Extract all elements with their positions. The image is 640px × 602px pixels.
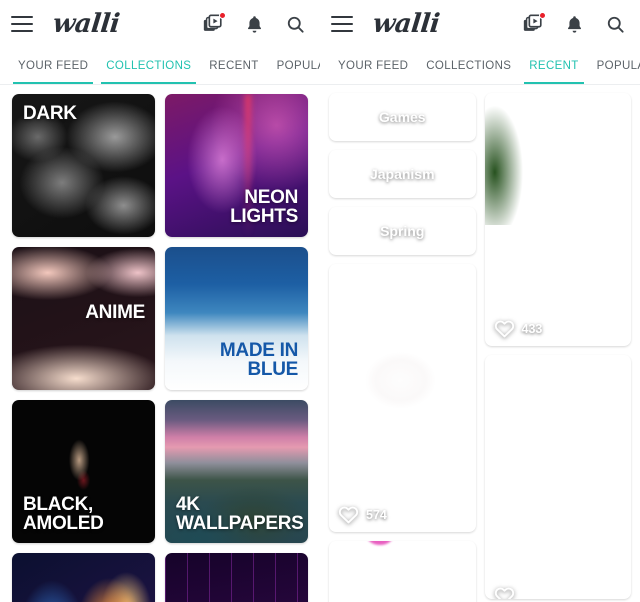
wallpaper-card[interactable]: 574 [329, 264, 476, 532]
recent-content[interactable]: Games Japanism Spring 574 433 [320, 85, 640, 602]
app-bar-collections: walli [0, 0, 320, 48]
wallpaper-card[interactable]: 433 [485, 93, 632, 346]
collection-artwork [165, 553, 308, 602]
masonry-column-right: 433 [485, 93, 632, 602]
tab-popular[interactable]: POPULAR [588, 48, 640, 84]
tab-collections[interactable]: COLLECTIONS [417, 48, 520, 84]
search-icon[interactable] [603, 12, 627, 36]
collection-card[interactable]: DARK [12, 94, 155, 237]
collection-title: DARK [23, 103, 77, 124]
hamburger-menu-icon[interactable] [331, 16, 353, 32]
collections-stack-icon[interactable] [201, 12, 226, 36]
heart-icon [494, 320, 514, 338]
app-bar-recent: walli [320, 0, 640, 48]
tab-recent[interactable]: RECENT [520, 48, 587, 84]
tab-popular[interactable]: POPULAR [268, 48, 320, 84]
hamburger-menu-icon[interactable] [11, 16, 33, 32]
like-count: 574 [366, 507, 387, 522]
banner-label: Spring [380, 223, 425, 239]
collection-title: BLACK, AMOLED [23, 493, 104, 535]
tabbar-collections: YOUR FEED COLLECTIONS RECENT POPULAR [0, 48, 320, 85]
notification-badge-dot [219, 12, 226, 19]
wallpaper-card[interactable] [329, 541, 476, 602]
masonry-column-left: Games Japanism Spring 574 [329, 93, 476, 602]
notifications-bell-icon[interactable] [562, 12, 586, 36]
tab-your-feed[interactable]: YOUR FEED [329, 48, 417, 84]
collections-grid: DARK NEON LIGHTS ANIME MADE IN BLUE BLAC [0, 85, 320, 602]
collection-title: ANIME [85, 302, 145, 323]
appbar-actions [201, 12, 307, 36]
category-banner-card[interactable]: Japanism [329, 150, 476, 198]
category-banner-card[interactable]: Spring [329, 207, 476, 255]
collection-title: MADE IN BLUE [219, 339, 298, 381]
notification-badge-dot [539, 12, 546, 19]
tab-recent[interactable]: RECENT [200, 48, 267, 84]
tab-your-feed[interactable]: YOUR FEED [9, 48, 97, 84]
walli-logo: walli [51, 9, 121, 39]
collection-title: NEON LIGHTS [230, 186, 298, 228]
like-counter[interactable]: 433 [494, 319, 543, 338]
dual-screenshot-comparison: walli YOUR FEED COLLECTIONS RECENT POPUL… [0, 0, 640, 602]
collection-card[interactable] [12, 553, 155, 602]
wallpaper-card[interactable] [485, 355, 632, 599]
search-icon[interactable] [283, 12, 307, 36]
like-counter[interactable] [494, 586, 515, 599]
collection-card[interactable]: MADE IN BLUE [165, 247, 308, 390]
collection-card[interactable] [165, 553, 308, 602]
heart-icon [494, 587, 514, 599]
tab-collections[interactable]: COLLECTIONS [97, 48, 200, 84]
notifications-bell-icon[interactable] [242, 12, 266, 36]
collection-title: 4K WALLPAPERS [176, 493, 304, 535]
collection-card[interactable]: 4K WALLPAPERS [165, 400, 308, 543]
category-banner-card[interactable]: Games [329, 93, 476, 141]
wallpaper-masonry: Games Japanism Spring 574 433 [320, 85, 640, 602]
collection-card[interactable]: NEON LIGHTS [165, 94, 308, 237]
collection-card[interactable]: BLACK, AMOLED [12, 400, 155, 543]
collection-artwork [12, 553, 155, 602]
heart-icon [338, 506, 359, 524]
walli-logo: walli [371, 9, 441, 39]
appbar-actions [521, 12, 627, 36]
collection-card[interactable]: ANIME [12, 247, 155, 390]
collections-content[interactable]: DARK NEON LIGHTS ANIME MADE IN BLUE BLAC [0, 85, 320, 602]
recent-panel: walli YOUR FEED COLLECTIONS RECENT POPUL… [320, 0, 640, 602]
like-count: 433 [521, 321, 543, 336]
banner-label: Japanism [369, 166, 435, 182]
collections-panel: walli YOUR FEED COLLECTIONS RECENT POPUL… [0, 0, 320, 602]
banner-label: Games [378, 109, 426, 125]
tabbar-recent: YOUR FEED COLLECTIONS RECENT POPULAR [320, 48, 640, 85]
like-counter[interactable]: 574 [338, 505, 387, 524]
collections-stack-icon[interactable] [521, 12, 546, 36]
